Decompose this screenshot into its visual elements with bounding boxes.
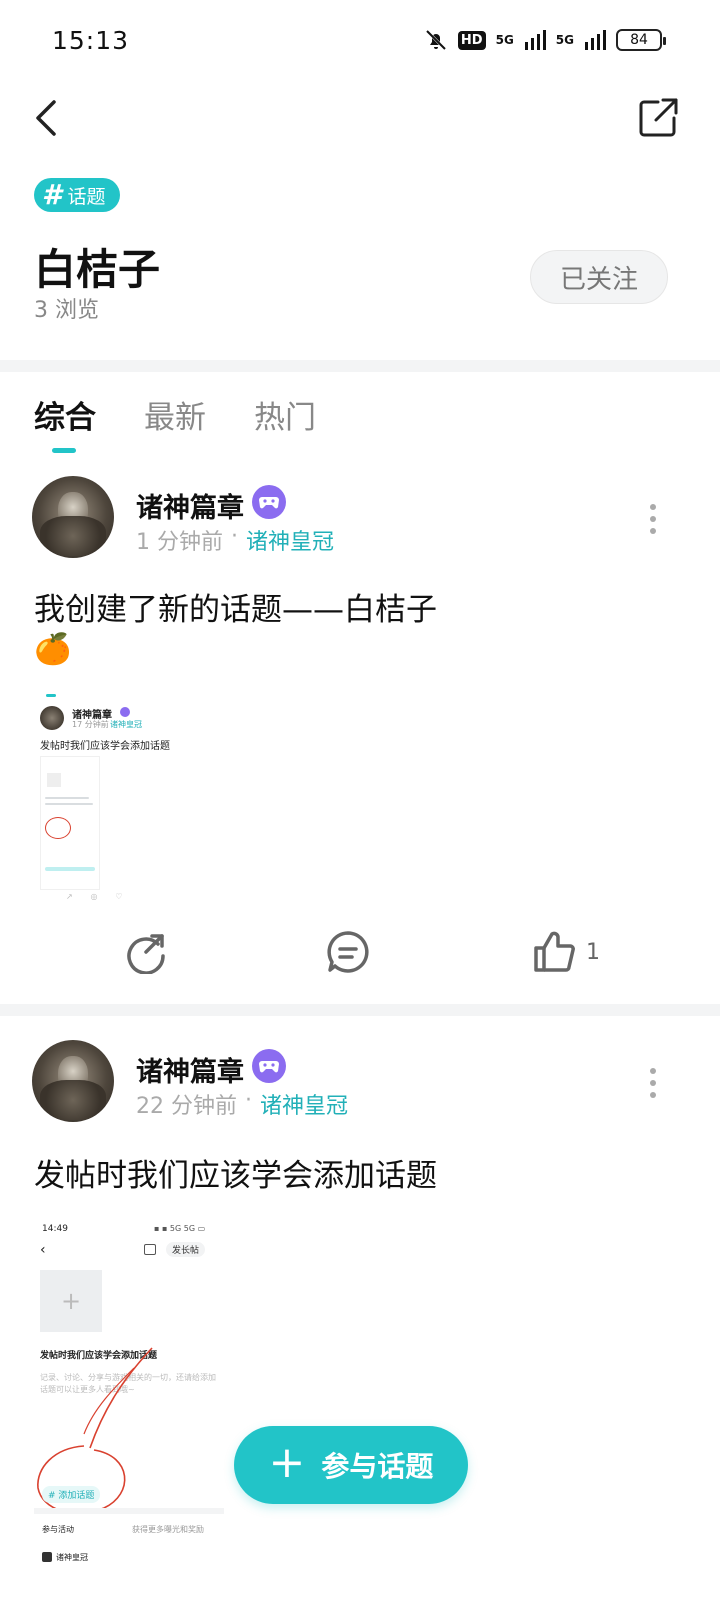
mute-bell-icon: [425, 29, 446, 51]
thumb-draft-icon: [144, 1244, 156, 1255]
status-time: 15:13: [52, 26, 130, 55]
thumb-long-post-button: 发长帖: [166, 1242, 206, 1257]
thumb-status-time: 14:49: [42, 1224, 68, 1234]
status-bar: 15:13 HD 5G 5G 84: [0, 0, 720, 86]
thumb-status-icons: ▪ ▪ 5G 5G ▭: [154, 1224, 206, 1233]
join-topic-button[interactable]: + 参与话题: [234, 1426, 468, 1504]
thumb-time: 17 分钟前: [72, 720, 109, 729]
like-action[interactable]: 1: [532, 930, 600, 974]
share-button[interactable]: [636, 96, 680, 140]
post-image-thumbnail[interactable]: 14:49 ▪ ▪ 5G 5G ▭ ‹ 发长帖 + 发帖时我们应该学会添加话题 …: [34, 1218, 224, 1610]
share-action[interactable]: [124, 930, 168, 974]
tab-bar: 综合 最新 热门: [34, 392, 316, 437]
topic-title: 白桔子: [34, 245, 161, 294]
more-options-button[interactable]: [648, 504, 658, 534]
post-time: 1 分钟前: [136, 530, 223, 555]
post-image-thumbnail[interactable]: 诸神篇章 17 分钟前 诸神皇冠 发帖时我们应该学会添加话题 ↗ ◎ ♡: [36, 690, 236, 902]
like-count: 1: [586, 939, 600, 965]
post-meta: 1 分钟前 · 诸神皇冠: [136, 524, 334, 556]
tab-hot[interactable]: 热门: [254, 392, 316, 437]
comment-action[interactable]: [326, 930, 370, 974]
thumb-nested-screenshot: [40, 756, 100, 890]
follow-button[interactable]: 已关注: [530, 250, 668, 304]
comment-icon: [327, 931, 369, 973]
meta-separator: ·: [245, 1088, 252, 1113]
tab-indicator: [52, 448, 76, 453]
signal-icon: 5G: [495, 33, 514, 47]
topic-tag-label: 话题: [67, 185, 106, 208]
hd-icon: HD: [457, 30, 486, 50]
thumb-action-icons: ↗ ◎ ♡: [66, 892, 123, 901]
post-text[interactable]: 我创建了新的话题——白桔子: [34, 584, 437, 629]
thumb-activity-label: 参与活动: [42, 1525, 74, 1534]
signal-bars-icon: [524, 30, 546, 50]
post-text[interactable]: 发帖时我们应该学会添加话题: [34, 1150, 437, 1195]
post-meta: 22 分钟前 · 诸神皇冠: [136, 1088, 348, 1120]
plus-icon: +: [268, 1437, 306, 1488]
thumb-circle-icon: [42, 1552, 52, 1562]
more-options-button[interactable]: [648, 1068, 658, 1098]
thumb-tab-indicator: [46, 694, 56, 697]
post-author[interactable]: 诸神篇章: [136, 1050, 244, 1089]
signal-icon-2: 5G: [555, 33, 574, 47]
signal-bars-icon-2: [585, 30, 606, 50]
tab-comprehensive[interactable]: 综合: [34, 392, 96, 437]
thumb-badge-icon: [120, 707, 130, 717]
status-icons: HD 5G 5G 84: [424, 28, 666, 52]
avatar[interactable]: [32, 476, 114, 558]
post-time: 22 分钟前: [136, 1094, 237, 1119]
section-divider: [0, 360, 720, 372]
game-controller-badge-icon: [252, 485, 286, 519]
meta-separator: ·: [231, 524, 238, 549]
topic-page: 15:13 HD 5G 5G 84 # 话题 白桔子 3 浏览 已关注 综合 最…: [0, 0, 720, 1610]
chevron-left-icon: [36, 100, 56, 136]
thumb-circle: 诸神皇冠: [110, 720, 142, 729]
thumb-back-icon: ‹: [40, 1242, 46, 1258]
post-divider: [0, 1004, 720, 1016]
orange-emoji: 🍊: [34, 632, 72, 667]
avatar[interactable]: [32, 1040, 114, 1122]
thumb-post-text: 发帖时我们应该学会添加话题: [40, 741, 170, 752]
thumb-avatar: [40, 706, 64, 730]
post-author[interactable]: 诸神篇章: [136, 486, 244, 525]
thumb-divider: [34, 1508, 224, 1514]
thumb-activity-hint: 获得更多曝光和奖励: [132, 1525, 204, 1534]
thumbs-up-icon: [534, 931, 575, 972]
back-button[interactable]: [30, 96, 70, 140]
tab-latest[interactable]: 最新: [144, 392, 206, 437]
thumb-add-image-placeholder: +: [40, 1270, 102, 1332]
hash-icon: #: [42, 178, 62, 211]
game-controller-badge-icon: [252, 1049, 286, 1083]
post-circle-link[interactable]: 诸神皇冠: [260, 1088, 348, 1120]
topic-tag: # 话题: [34, 178, 120, 212]
battery-icon: 84: [616, 29, 666, 51]
thumb-circle-label: 诸神皇冠: [56, 1553, 88, 1562]
topic-views: 3 浏览: [34, 298, 99, 323]
join-topic-label: 参与话题: [321, 1450, 434, 1483]
post-circle-link[interactable]: 诸神皇冠: [246, 524, 334, 556]
thumb-add-topic-chip: # 添加话题: [42, 1486, 101, 1503]
external-share-icon: [639, 98, 678, 137]
share-icon: [127, 934, 165, 974]
